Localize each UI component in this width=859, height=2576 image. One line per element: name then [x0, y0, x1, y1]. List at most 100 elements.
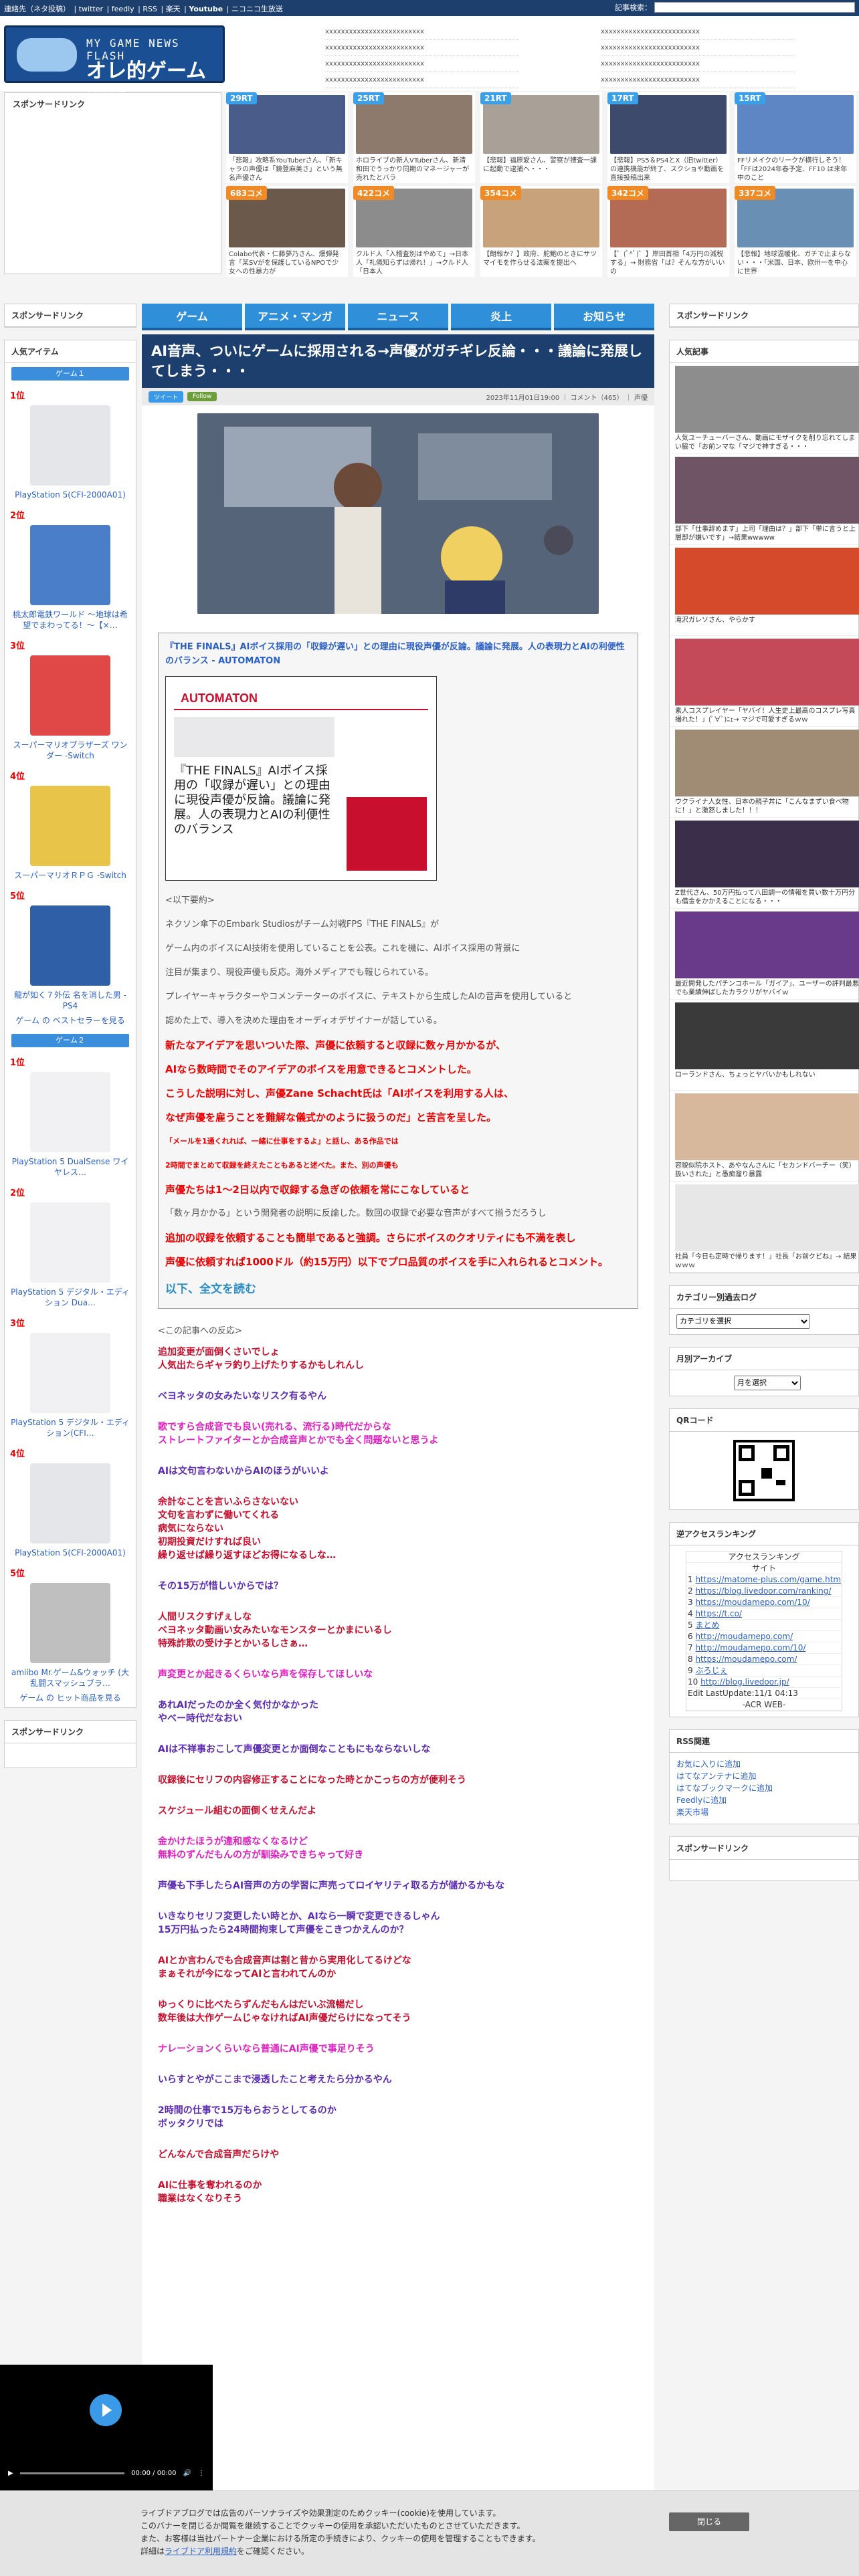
access-ranking-link[interactable]: http://blog.livedoor.jp/	[700, 1677, 789, 1687]
popular-caption[interactable]: 部下「仕事辞めます」上司「理由は？」部下「単に言うと上層部が嫌いです」→結果ww…	[675, 525, 859, 544]
popular-article[interactable]: 容貌似院ホスト、あやなんさんに「セカンドバーチー（笑）扱いされた」と愚痴溜り暴露	[670, 1091, 859, 1182]
popular-article[interactable]: 部下「仕事辞めます」上司「理由は？」部下「単に言うと上層部が嫌いです」→結果ww…	[670, 454, 859, 545]
rank-card[interactable]: 15RT FFリメイクのリークが横行しそう！「FFは2024年春予定、FF10 は…	[735, 92, 856, 183]
popular-article[interactable]: Z世代さん、50万円払って八田調一の情報を買い数十万円分も借金をかかえることにな…	[670, 818, 859, 909]
rank-card[interactable]: 21RT 【悲報】福原愛さん、警察が捜査一課に起動で逮捕へ・・・	[480, 92, 602, 183]
header-link[interactable]: xxxxxxxxxxxxxxxxxxxxxxxxx	[601, 56, 795, 72]
product-item[interactable]: 3位 PlayStation 5 デジタル・エディション(CFI…	[5, 1312, 136, 1442]
product-name[interactable]: amiibo Mr.ゲーム&ウォッチ (大乱闘スマッシュブラ…	[10, 1667, 130, 1689]
nav-notice[interactable]: お知らせ	[554, 304, 654, 330]
popular-thumbnail[interactable]	[675, 457, 859, 524]
popular-caption[interactable]: 人気ユーチューバーさん、動画にモザイクを削り忘れてしまい脇で「お前ンマな「マジで…	[675, 434, 859, 453]
month-select[interactable]: 月を選択	[734, 1376, 801, 1390]
product-image[interactable]	[30, 1333, 110, 1413]
rank-card[interactable]: 354コメ 【朗報か？】政府、舵鮑のときにサツマイモを作らせる法案を提出へ	[480, 186, 602, 277]
popular-thumbnail[interactable]	[675, 1093, 859, 1160]
access-ranking-brand[interactable]: -ACR WEB-	[686, 1699, 842, 1711]
category-select[interactable]: カテゴリを選択	[676, 1314, 810, 1329]
tweet-button[interactable]: ツイート	[149, 391, 184, 403]
volume-icon[interactable]: 🔊	[183, 2470, 191, 2477]
popular-caption[interactable]: 素人コスプレイヤー「ヤバイ！人生史上最高のコスプレ写真撮れた！」(ﾟ∀ﾟ)ﾆｪ→…	[675, 707, 859, 726]
header-link[interactable]: xxxxxxxxxxxxxxxxxxxxxxxxx	[601, 72, 795, 88]
product-image[interactable]	[30, 525, 110, 605]
site-logo[interactable]: MY GAME NEWS FLASH オレ的ゲーム速報@JIN	[4, 25, 225, 112]
popular-thumbnail[interactable]	[675, 639, 859, 706]
product-name[interactable]: PlayStation 5 デジタル・エディション Dua…	[10, 1287, 130, 1308]
access-ranking-link[interactable]: https://moudamepo.com/10/	[695, 1598, 809, 1607]
rank-card[interactable]: 342コメ 【゜(ﾟ^ﾟ)゜】岸田首相「4万円の減税する」→ 財務省「は？そんな方…	[607, 186, 729, 277]
product-name[interactable]: 龍が如く７外伝 名を消した男 - PS4	[10, 990, 130, 1011]
top-link-twitter[interactable]: twitter	[79, 5, 103, 13]
nav-anime-manga[interactable]: アニメ・マンガ	[245, 304, 345, 330]
header-link[interactable]: xxxxxxxxxxxxxxxxxxxxxxxxx	[601, 24, 795, 40]
top-link-youtube[interactable]: Youtube	[189, 5, 223, 13]
product-name[interactable]: 桃太郎電鉄ワールド ～地球は希望でまわってる！～【×…	[10, 609, 130, 631]
search-input[interactable]	[654, 2, 855, 13]
access-ranking-link[interactable]: https://matome-plus.com/game.htm	[695, 1575, 841, 1584]
popular-caption[interactable]: 最近開発したパチンコホール「ガイア」、ユーザーの評判最悪でも業績伸ばしたカラクリ…	[675, 980, 859, 998]
top-link-contact[interactable]: 連絡先（ネタ投稿）	[4, 5, 70, 13]
terms-link[interactable]: ライブドア利用規約	[165, 2547, 237, 2556]
popular-thumbnail[interactable]	[675, 821, 859, 887]
popular-thumbnail[interactable]	[675, 1002, 859, 1069]
popular-caption[interactable]: 滝沢ガレソさん、やらかす	[675, 616, 859, 635]
tab-game2[interactable]: ゲーム２	[11, 1034, 129, 1047]
rank-card[interactable]: 25RT ホロライブの新人VTuberさん、新清和田でうっかり同期のマネージャーが…	[353, 92, 475, 183]
popular-thumbnail[interactable]	[675, 911, 859, 978]
rank-card[interactable]: 17RT 【悲報】PS5＆PS4とX（旧twitter）の連携機能が終了、スクショ…	[607, 92, 729, 183]
nav-game[interactable]: ゲーム	[142, 304, 242, 330]
product-name[interactable]: PlayStation 5 デジタル・エディション(CFI…	[10, 1417, 130, 1438]
popular-caption[interactable]: 容貌似院ホスト、あやなんさんに「セカンドバーチー（笑）扱いされた」と愚痴溜り暴露	[675, 1162, 859, 1180]
product-item[interactable]: 5位 amiibo Mr.ゲーム&ウォッチ (大乱闘スマッシュブラ…	[5, 1562, 136, 1693]
access-ranking-link[interactable]: まとめ	[695, 1620, 719, 1630]
product-item[interactable]: 1位 PlayStation 5(CFI-2000A01)	[5, 385, 136, 504]
rank-card[interactable]: 337コメ 【悲報】地球温暖化、ガチで止まらない・・・「米国、日本、欧州一を中心に…	[735, 186, 856, 277]
rss-link[interactable]: 楽天市場	[676, 1806, 852, 1818]
header-link[interactable]: xxxxxxxxxxxxxxxxxxxxxxxxx	[325, 72, 519, 88]
read-more-link[interactable]: 以下、全文を読む	[165, 1279, 631, 1296]
product-item[interactable]: 4位 PlayStation 5(CFI-2000A01)	[5, 1442, 136, 1562]
top-link-niconico[interactable]: ニコニコ生放送	[231, 5, 283, 13]
popular-thumbnail[interactable]	[675, 366, 859, 433]
top-link-rakuten[interactable]: 楽天	[166, 5, 181, 13]
popular-thumbnail[interactable]	[675, 548, 859, 615]
more-icon[interactable]: ⋮	[198, 2470, 205, 2477]
tab-game1[interactable]: ゲーム１	[11, 367, 129, 381]
product-image[interactable]	[30, 905, 110, 986]
rss-link[interactable]: お気に入りに追加	[676, 1758, 852, 1770]
product-image[interactable]	[30, 405, 110, 486]
product-image[interactable]	[30, 655, 110, 736]
product-item[interactable]: 2位 PlayStation 5 デジタル・エディション Dua…	[5, 1182, 136, 1312]
product-name[interactable]: スーパーマリオＲＰＧ -Switch	[10, 870, 130, 881]
popular-article[interactable]: 人気ユーチューバーさん、動画にモザイクを削り忘れてしまい脇で「お前ンマな「マジで…	[670, 363, 859, 454]
nav-enjo[interactable]: 炎上	[451, 304, 551, 330]
play-button[interactable]	[90, 2394, 122, 2426]
rss-link[interactable]: はてなアンテナに追加	[676, 1770, 852, 1782]
hit-products-link[interactable]: ゲーム の ヒット商品を見る	[10, 1693, 130, 1703]
product-image[interactable]	[30, 1072, 110, 1152]
popular-caption[interactable]: 社員「今日も定時で帰ります！」社長「お前クビね」→ 結果ｗｗｗ	[675, 1253, 859, 1271]
product-item[interactable]: 5位 龍が如く７外伝 名を消した男 - PS4	[5, 885, 136, 1015]
popular-article[interactable]: ローランドさん、ちょっとヤバいかもしれない	[670, 1000, 859, 1091]
source-screenshot[interactable]: AUTOMATON 『THE FINALS』AIボイス採用の「収録が遅い」との理…	[165, 676, 437, 881]
popular-thumbnail[interactable]	[675, 1184, 859, 1251]
product-item[interactable]: 1位 PlayStation 5 DualSense ワイヤレス…	[5, 1051, 136, 1182]
follow-button[interactable]: Follow	[187, 392, 217, 401]
header-link[interactable]: xxxxxxxxxxxxxxxxxxxxxxxxx	[325, 56, 519, 72]
popular-article[interactable]: 素人コスプレイヤー「ヤバイ！人生史上最高のコスプレ写真撮れた！」(ﾟ∀ﾟ)ﾆｪ→…	[670, 636, 859, 727]
product-image[interactable]	[30, 1463, 110, 1543]
product-item[interactable]: 2位 桃太郎電鉄ワールド ～地球は希望でまわってる！～【×…	[5, 504, 136, 635]
popular-caption[interactable]: ウクライナ人女性、日本の親子丼に「こんなまずい食べ物に！」と激怒しました！！！	[675, 798, 859, 817]
product-name[interactable]: PlayStation 5 DualSense ワイヤレス…	[10, 1156, 130, 1178]
bestseller-link[interactable]: ゲーム の ベストセラーを見る	[10, 1015, 130, 1026]
rss-link[interactable]: はてなブックマークに追加	[676, 1782, 852, 1794]
popular-article[interactable]: 社員「今日も定時で帰ります！」社長「お前クビね」→ 結果ｗｗｗ	[670, 1182, 859, 1273]
header-link[interactable]: xxxxxxxxxxxxxxxxxxxxxxxxx	[325, 40, 519, 56]
product-image[interactable]	[30, 1202, 110, 1283]
popular-caption[interactable]: ローランドさん、ちょっとヤバいかもしれない	[675, 1071, 859, 1089]
product-image[interactable]	[30, 786, 110, 866]
top-link-rss[interactable]: RSS	[142, 5, 157, 13]
product-item[interactable]: 4位 スーパーマリオＲＰＧ -Switch	[5, 765, 136, 885]
close-button[interactable]: 閉じる	[669, 2512, 749, 2531]
popular-thumbnail[interactable]	[675, 730, 859, 796]
